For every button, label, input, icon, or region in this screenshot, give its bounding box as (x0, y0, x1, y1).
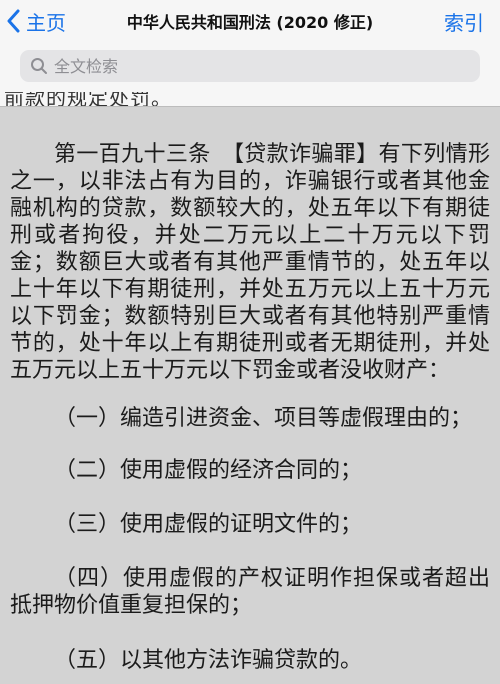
clause-item: （五）以其他方法诈骗贷款的。 (54, 648, 363, 673)
search-icon (30, 57, 48, 75)
search-input[interactable] (52, 55, 436, 77)
search-box[interactable] (20, 50, 480, 82)
article-body: 有下列情形之一，以非法占有为目的，诈骗银行或者其他金融机构的贷款，数额较大的，处… (10, 142, 490, 383)
article-paragraph: 第一百九十三条 【贷款诈骗罪】有下列情形之一，以非法占有为目的，诈骗银行或者其他… (10, 141, 490, 384)
clause-item: （四）使用虚假的产权证明作担保或者超出抵押物价值重复担保的； (10, 566, 490, 618)
article-number: 第一百九十三条 (54, 142, 211, 167)
law-content: 第一百九十三条 【贷款诈骗罪】有下列情形之一，以非法占有为目的，诈骗银行或者其他… (0, 106, 500, 684)
chevron-left-icon (6, 9, 20, 33)
clause-item: （二）使用虚假的经济合同的； (54, 458, 363, 483)
previous-text: 前款的规定处罚。 (4, 92, 172, 106)
article-heading: 【贷款诈骗罪】 (232, 142, 379, 167)
clause-item: （三）使用虚假的证明文件的； (54, 512, 363, 537)
page-title: 中华人民共和国刑法 (2020 修正) (126, 13, 374, 32)
navigation-bar: 主页 中华人民共和国刑法 (2020 修正) 索引 (0, 0, 500, 44)
index-button[interactable]: 索引 (444, 7, 484, 36)
back-label: 主页 (26, 10, 66, 35)
back-button[interactable]: 主页 (6, 4, 66, 38)
app-window: 主页 中华人民共和国刑法 (2020 修正) 索引 前款的规定处罚。 第一百九十… (0, 0, 500, 684)
clause-item: （一）编造引进资金、项目等虚假理由的； (54, 406, 473, 431)
search-area (0, 44, 500, 92)
previous-text-fragment: 前款的规定处罚。 (0, 92, 500, 106)
